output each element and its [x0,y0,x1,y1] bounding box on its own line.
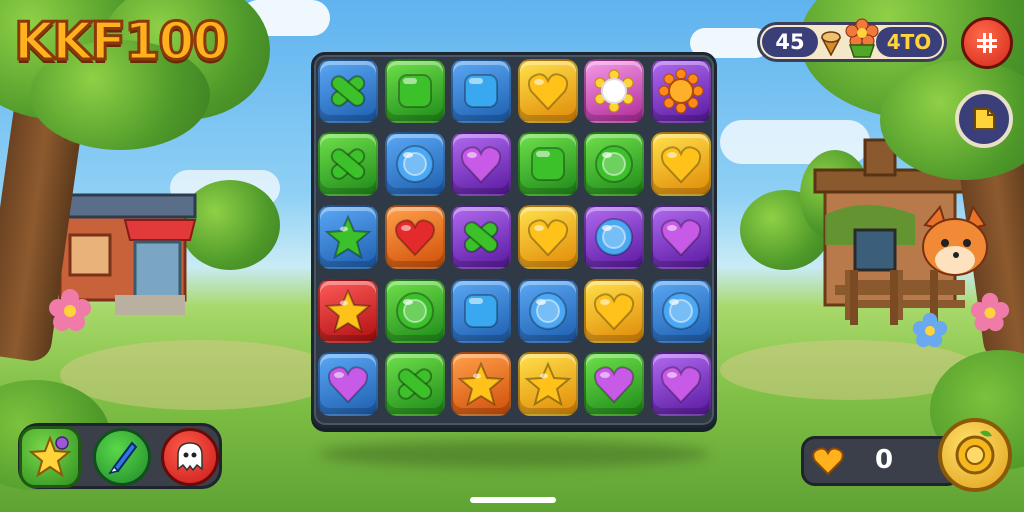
square-candy-icon [464,293,499,328]
tile-star-orange[interactable] [451,351,512,416]
coin-value: 0 [874,445,894,475]
ghost-icon [177,442,203,472]
tile-square-blue[interactable] [451,278,512,343]
tile-heart-yellow[interactable] [651,132,711,197]
tile-x-green[interactable] [318,132,378,197]
orb-candy-icon [662,291,700,330]
orb-candy-icon [395,291,434,330]
heart-candy-icon [527,219,568,257]
coin-counter: 0 [801,436,961,486]
tile-orb-blue[interactable] [384,132,445,197]
orb-candy-icon [528,291,567,330]
star-booster-button[interactable] [19,426,81,488]
tile-heart-green[interactable] [584,351,645,416]
tile-orb-purple[interactable] [584,205,645,270]
tile-star-red[interactable] [318,278,378,343]
tile-heart-yellow[interactable] [517,59,578,123]
tile-flower-pink[interactable] [584,59,645,123]
board-shadow [318,440,710,468]
flower-candy-icon [594,69,634,113]
orb-candy-icon [395,145,434,184]
star-candy-icon [457,361,505,406]
heart-icon [812,447,844,476]
gold-coin-icon [955,430,995,475]
heart-candy-icon [660,366,702,404]
flower-decoration [49,289,91,331]
tile-heart-purple[interactable] [651,351,711,416]
grid-icon [977,33,997,53]
dirt-path [60,340,340,410]
brush-booster-button[interactable] [93,428,151,486]
heart-candy-icon [594,292,635,331]
game-board [311,52,717,428]
star-icon [28,435,72,478]
tile-x-green[interactable] [384,351,445,416]
booster-bar [18,423,222,489]
tile-heart-purple[interactable] [451,132,512,197]
home-indicator[interactable] [470,497,556,503]
heart-candy-icon [594,366,635,404]
x-candy-icon [330,148,366,180]
star-candy-icon [324,288,372,333]
tile-heart-yellow[interactable] [584,278,645,343]
heart-candy-icon [394,219,435,257]
tile-orb-blue[interactable] [651,278,711,343]
x-candy-icon [463,221,499,254]
x-candy-icon [330,75,366,107]
tile-sun-purple[interactable] [651,59,711,123]
score-value: 4TO [876,27,942,57]
tile-heart-yellow[interactable] [517,205,578,270]
heart-candy-icon [327,366,369,404]
square-candy-icon [530,147,565,182]
square-candy-icon [464,74,499,108]
document-icon [974,108,995,130]
tile-x-purple[interactable] [451,205,512,270]
tile-orb-green[interactable] [384,278,445,343]
tile-star-blue[interactable] [318,205,378,270]
orb-candy-icon [595,145,634,184]
heart-candy-icon [461,146,502,184]
tile-heart-blue[interactable] [318,351,378,416]
heart-candy-icon [660,219,702,257]
hud-score-panel: 45 4TO [757,18,947,62]
game-logo: KKF100 [13,11,231,74]
paint-brush-icon [108,441,138,475]
level-value: 45 [762,27,818,57]
flower-decoration [912,312,948,348]
sun-candy-icon [658,68,704,114]
cone-icon [820,31,842,56]
star-candy-icon [524,361,572,406]
heart-candy-icon [527,73,568,111]
tile-square-green[interactable] [384,59,445,123]
tile-heart-purple[interactable] [651,205,711,270]
flower-pot-icon [845,18,879,58]
heart-candy-icon [660,146,702,184]
star-candy-icon [324,214,372,260]
tile-heart-orange[interactable] [384,205,445,270]
coin-shop-button[interactable] [938,418,1012,492]
ghost-booster-button[interactable] [161,428,219,486]
square-candy-icon [397,74,432,108]
tile-square-green[interactable] [517,132,578,197]
x-candy-icon [397,368,432,400]
map-button[interactable] [955,90,1013,148]
tile-square-blue[interactable] [451,59,512,123]
tile-star-yellow[interactable] [517,351,578,416]
tile-x-blue[interactable] [318,59,378,123]
flower-decoration [970,292,1010,332]
tile-orb-blue[interactable] [517,278,578,343]
tile-orb-green[interactable] [584,132,645,197]
menu-button[interactable] [961,17,1013,69]
orb-candy-icon [595,218,634,257]
